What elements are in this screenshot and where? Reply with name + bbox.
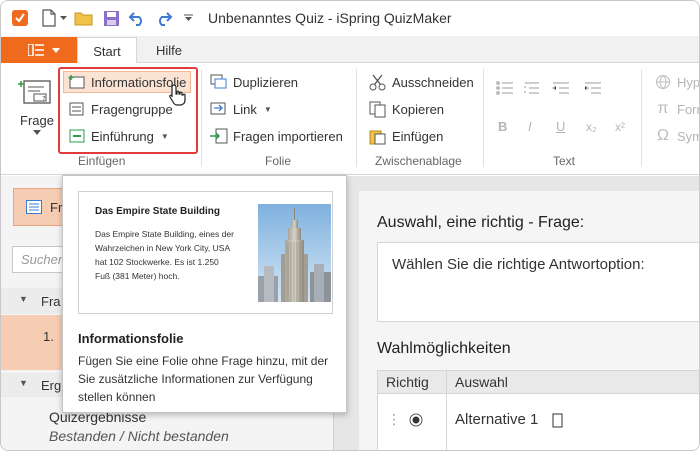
link-label: Link xyxy=(233,101,257,117)
svg-text:?: ? xyxy=(42,95,46,103)
duplicate-icon xyxy=(210,73,228,91)
tooltip-title: Informationsfolie xyxy=(78,331,184,346)
tree-group-label: Erg xyxy=(41,378,62,393)
kopieren-button[interactable]: Kopieren xyxy=(369,100,444,118)
results-subtitle: Bestanden / Nicht bestanden xyxy=(49,428,229,444)
ausschneiden-label: Ausschneiden xyxy=(392,74,474,90)
chevron-down-icon: ▼ xyxy=(263,104,272,114)
title-bar: Unbenanntes Quiz - iSpring QuizMaker xyxy=(1,1,699,36)
symbol-button[interactable]: Ω Sym xyxy=(654,127,699,145)
link-button[interactable]: Link ▼ xyxy=(210,100,272,118)
collapse-chevron-icon[interactable]: ▼ xyxy=(19,378,28,388)
tree-item-number: 1. xyxy=(43,329,54,344)
tooltip-preview-card: Das Empire State Building Das Empire Sta… xyxy=(78,191,333,314)
ribbon-separator xyxy=(356,69,357,167)
chevron-down-icon xyxy=(33,130,41,135)
redo-icon[interactable] xyxy=(154,7,174,29)
tree-group-label: Fra xyxy=(41,294,61,309)
omega-icon: Ω xyxy=(657,127,669,144)
bold-button[interactable]: B xyxy=(498,119,507,134)
file-menu-button[interactable] xyxy=(1,37,86,63)
informationsfolie-tooltip: Das Empire State Building Das Empire Sta… xyxy=(62,175,347,413)
ribbon-separator xyxy=(641,69,642,167)
qa-customize-icon[interactable] xyxy=(182,7,194,29)
menu-grid-icon xyxy=(27,44,44,56)
tab-start[interactable]: Start xyxy=(77,37,137,64)
app-logo-icon xyxy=(10,7,30,29)
empire-state-photo xyxy=(258,204,331,302)
ribbon-separator xyxy=(483,69,484,167)
text-cursor-icon xyxy=(552,413,563,428)
hyperlink-label: Hyp xyxy=(677,74,700,90)
add-question-label: Fr xyxy=(50,199,63,215)
folie-group-label: Folie xyxy=(265,154,292,168)
ausschneiden-button[interactable]: Ausschneiden xyxy=(369,73,474,91)
text-group-label: Text xyxy=(553,154,576,168)
question-text-input[interactable]: Wählen Sie die richtige Antwortoption: xyxy=(377,242,699,322)
paste-icon xyxy=(369,127,387,145)
undo-icon[interactable] xyxy=(127,7,147,29)
hyperlink-button[interactable]: Hyp xyxy=(654,73,700,91)
col-choice-header: Auswahl xyxy=(455,374,508,390)
einfuegen-paste-label: Einfügen xyxy=(392,128,444,144)
fragen-importieren-button[interactable]: Fragen importieren xyxy=(210,127,343,145)
window-title: Unbenanntes Quiz - iSpring QuizMaker xyxy=(208,10,452,26)
save-icon[interactable] xyxy=(101,7,121,29)
list-icon xyxy=(26,200,42,214)
collapse-chevron-icon[interactable]: ▼ xyxy=(19,294,28,304)
open-folder-icon[interactable] xyxy=(73,7,95,29)
copy-icon xyxy=(369,100,387,118)
frage-label: Frage xyxy=(20,113,54,128)
link-icon xyxy=(210,100,228,118)
choice-text[interactable]: Alternative 1 xyxy=(455,411,538,428)
scissors-icon xyxy=(369,73,387,91)
einfuegen-group-label: Einfügen xyxy=(78,154,126,168)
superscript-button[interactable]: x² xyxy=(615,120,625,134)
pi-icon: π xyxy=(657,100,669,117)
col-divider xyxy=(446,371,447,393)
formula-button[interactable]: π Forr xyxy=(654,100,700,118)
zwischenablage-group-label: Zwischenablage xyxy=(375,154,462,168)
import-icon xyxy=(210,127,228,145)
preview-text: Das Empire State Building, eines der Wah… xyxy=(95,229,234,281)
drag-handle-icon[interactable]: ⋮ xyxy=(387,411,401,428)
tooltip-description: Fügen Sie eine Folie ohne Frage hinzu, m… xyxy=(78,354,329,404)
choice-row[interactable]: ⋮ Alternative 1 xyxy=(377,394,699,450)
list-format-icons xyxy=(496,81,601,95)
app-window: Unbenanntes Quiz - iSpring QuizMaker Sta… xyxy=(0,0,700,451)
choices-table-header: Richtig Auswahl xyxy=(377,370,699,394)
kopieren-label: Kopieren xyxy=(392,101,445,117)
chevron-down-icon xyxy=(51,47,60,53)
hand-cursor-icon xyxy=(169,84,186,106)
underline-button[interactable]: U xyxy=(556,119,565,134)
new-file-icon[interactable] xyxy=(41,7,57,29)
ribbon-separator xyxy=(201,69,202,167)
new-dropdown-icon[interactable] xyxy=(59,7,67,29)
einfuegen-highlight-box xyxy=(58,67,198,154)
einfuegen-paste-button[interactable]: Einfügen xyxy=(369,127,443,145)
formula-label: Forr xyxy=(677,101,700,117)
duplizieren-button[interactable]: Duplizieren xyxy=(210,73,298,91)
radio-selected-icon[interactable] xyxy=(409,413,423,427)
choices-title: Wahlmöglichkeiten xyxy=(377,340,511,357)
frage-button[interactable]: ? Frage xyxy=(15,77,59,135)
preview-title: Das Empire State Building xyxy=(95,206,221,217)
globe-icon xyxy=(654,73,672,91)
question-type-title: Auswahl, eine richtig - Frage: xyxy=(377,214,585,231)
italic-button[interactable]: I xyxy=(528,119,532,134)
duplizieren-label: Duplizieren xyxy=(233,74,299,90)
tab-hilfe[interactable]: Hilfe xyxy=(146,37,192,64)
col-correct-header: Richtig xyxy=(386,374,429,390)
symbol-label: Sym xyxy=(677,128,699,144)
tree-item-results[interactable]: Quizergebnisse Bestanden / Nicht bestand… xyxy=(1,407,334,447)
subscript-button[interactable]: x₂ xyxy=(586,120,597,134)
col-divider xyxy=(446,394,447,450)
question-slide-icon: ? xyxy=(18,80,51,104)
fragen-importieren-label: Fragen importieren xyxy=(233,128,343,144)
